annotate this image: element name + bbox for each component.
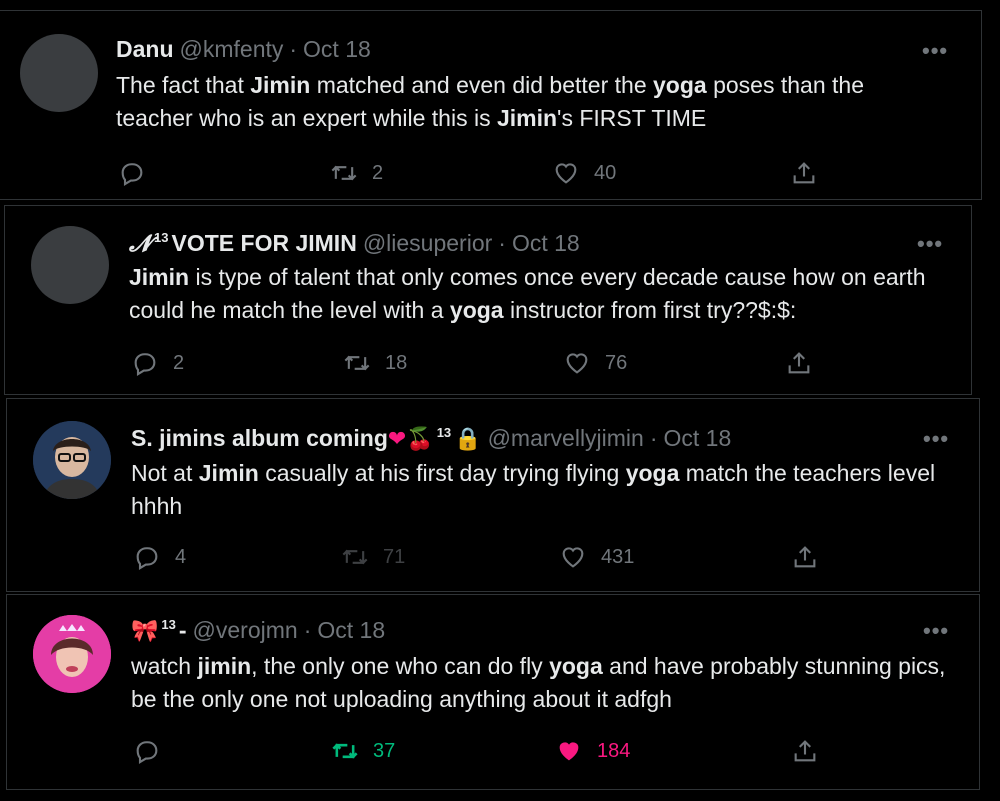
author-handle[interactable]: @marvellyjimin — [488, 425, 644, 452]
author-handle[interactable]: @liesuperior — [363, 230, 492, 257]
retweet-count: 18 — [385, 351, 408, 374]
separator-dot: · — [498, 230, 506, 256]
share-icon — [788, 352, 810, 374]
retweet-icon — [342, 549, 368, 565]
like-count: 76 — [605, 351, 628, 374]
avatar[interactable] — [20, 34, 98, 112]
heart-filled-icon — [559, 742, 579, 761]
reply-button[interactable]: 4 — [133, 543, 186, 571]
retweet-button[interactable]: 37 — [331, 737, 395, 765]
reply-button[interactable]: 2 — [131, 349, 184, 377]
tweet-header: Danu @kmfenty · Oct 18 — [116, 36, 371, 63]
like-button[interactable]: 76 — [563, 349, 627, 377]
tweet-header: S. jimins album coming❤🍒 13 🔒 @marvellyjim… — [131, 425, 731, 452]
reply-icon — [121, 163, 143, 186]
tweet-header: 🎀 13- @verojmn · Oct 18 — [131, 617, 385, 644]
tweet-text: Not at Jimin casually at his first day t… — [131, 460, 936, 519]
separator-dot: · — [649, 425, 658, 451]
retweet-icon — [332, 743, 358, 759]
like-count: 431 — [601, 545, 635, 568]
tweet-date[interactable]: Oct 18 — [664, 425, 732, 452]
retweet-count: 71 — [383, 545, 406, 568]
profile-photo — [33, 421, 111, 499]
share-icon — [794, 740, 816, 762]
reply-icon — [136, 741, 158, 764]
tweet-card[interactable]: 🎀 13- @verojmn · Oct 18 ••• watch jimin, … — [6, 594, 980, 790]
tweet-card[interactable]: S. jimins album coming❤🍒 13 🔒 @marvellyjim… — [6, 398, 980, 592]
retweet-button[interactable]: 2 — [330, 159, 383, 187]
like-count: 184 — [597, 739, 631, 762]
retweet-button[interactable]: 71 — [341, 543, 405, 571]
separator-dot: · — [303, 617, 312, 643]
reply-count: 2 — [173, 351, 185, 374]
tweet-header: 𝓝 13 VOTE FOR JIMIN @liesuperior · Oct 18 — [129, 230, 580, 257]
author-name[interactable]: S. jimins album coming❤🍒 13 🔒 — [131, 425, 482, 452]
retweet-count: 37 — [373, 739, 396, 762]
tweet-card[interactable]: Danu @kmfenty · Oct 18 ••• The fact that… — [0, 10, 982, 200]
more-options-icon[interactable]: ••• — [923, 428, 949, 450]
like-button[interactable]: 40 — [552, 159, 616, 187]
tweet-text: The fact that Jimin matched and even did… — [116, 72, 864, 131]
share-icon — [793, 162, 815, 184]
reply-icon — [136, 547, 158, 570]
reply-button[interactable] — [118, 159, 160, 187]
heart-icon — [562, 547, 584, 568]
tweet-date[interactable]: Oct 18 — [317, 617, 385, 644]
author-name[interactable]: Danu — [116, 36, 174, 63]
profile-photo — [33, 615, 111, 693]
reply-button[interactable] — [133, 737, 175, 765]
tweet-text: Jimin is type of talent that only comes … — [129, 264, 926, 323]
separator-dot: · — [289, 36, 298, 62]
heart-icon — [566, 353, 588, 374]
reply-count: 4 — [175, 545, 187, 568]
author-handle[interactable]: @kmfenty — [180, 36, 284, 63]
heart-icon — [555, 163, 577, 184]
share-button[interactable] — [791, 737, 819, 765]
like-count: 40 — [594, 161, 617, 184]
author-name[interactable]: 🎀 13- — [131, 617, 187, 644]
avatar[interactable] — [33, 615, 111, 693]
share-button[interactable] — [791, 543, 819, 571]
share-button[interactable] — [790, 159, 818, 187]
avatar[interactable] — [31, 226, 109, 304]
like-button[interactable]: 431 — [559, 543, 634, 571]
more-options-icon[interactable]: ••• — [917, 233, 943, 255]
tweet-card[interactable]: 𝓝 13 VOTE FOR JIMIN @liesuperior · Oct 18 … — [4, 205, 972, 395]
retweet-button[interactable]: 18 — [343, 349, 407, 377]
reply-icon — [134, 353, 156, 376]
share-icon — [794, 546, 816, 568]
author-name[interactable]: 𝓝 13 VOTE FOR JIMIN — [129, 230, 357, 257]
like-button[interactable]: 184 — [555, 737, 630, 765]
retweet-count: 2 — [372, 161, 384, 184]
more-options-icon[interactable]: ••• — [923, 620, 949, 642]
author-handle[interactable]: @verojmn — [193, 617, 298, 644]
tweet-date[interactable]: Oct 18 — [303, 36, 371, 63]
more-options-icon[interactable]: ••• — [922, 40, 948, 62]
retweet-icon — [331, 165, 357, 181]
tweet-date[interactable]: Oct 18 — [512, 230, 580, 257]
avatar[interactable] — [33, 421, 111, 499]
share-button[interactable] — [785, 349, 813, 377]
tweet-text: watch jimin, the only one who can do fly… — [131, 653, 946, 712]
retweet-icon — [344, 355, 370, 371]
